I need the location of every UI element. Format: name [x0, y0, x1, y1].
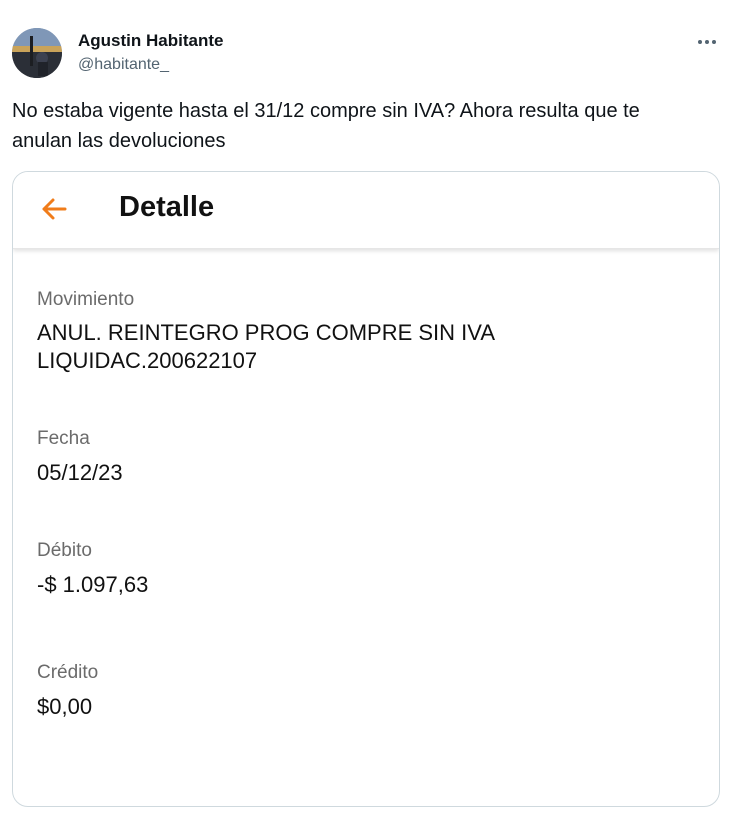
field-value-debito: -$ 1.097,63 [37, 572, 149, 597]
field-label-debito: Débito [37, 540, 92, 561]
field-value-credito: $0,00 [37, 694, 93, 719]
tweet-text-line: No estaba vigente hasta el 31/12 compre … [12, 100, 640, 122]
more-options-button[interactable] [692, 28, 722, 56]
avatar-photo [12, 28, 62, 78]
page-title: Detalle [119, 191, 215, 223]
author-name[interactable]: Agustin Habitante [78, 31, 223, 51]
arrow-left-icon[interactable] [39, 194, 69, 224]
tweet-text: No estaba vigente hasta el 31/12 compre … [12, 96, 712, 156]
tweet-text-line: anulan las devoluciones [12, 130, 226, 152]
attached-image-card[interactable]: Detalle Movimiento ANUL. REINTEGRO PROG … [12, 171, 720, 807]
detail-header: Detalle [13, 172, 719, 249]
field-value-fecha: 05/12/23 [37, 460, 123, 485]
ellipsis-icon [698, 40, 716, 44]
avatar[interactable] [12, 28, 62, 78]
field-label-fecha: Fecha [37, 428, 90, 449]
field-value-line: ANUL. REINTEGRO PROG COMPRE SIN IVA [37, 320, 495, 345]
field-value-line: LIQUIDAC.200622107 [37, 348, 258, 373]
field-label-credito: Crédito [37, 662, 99, 683]
author-handle[interactable]: @habitante_ [78, 56, 169, 74]
field-value-movimiento: ANUL. REINTEGRO PROG COMPRE SIN IVA LIQU… [37, 319, 495, 375]
field-label-movimiento: Movimiento [37, 289, 135, 310]
